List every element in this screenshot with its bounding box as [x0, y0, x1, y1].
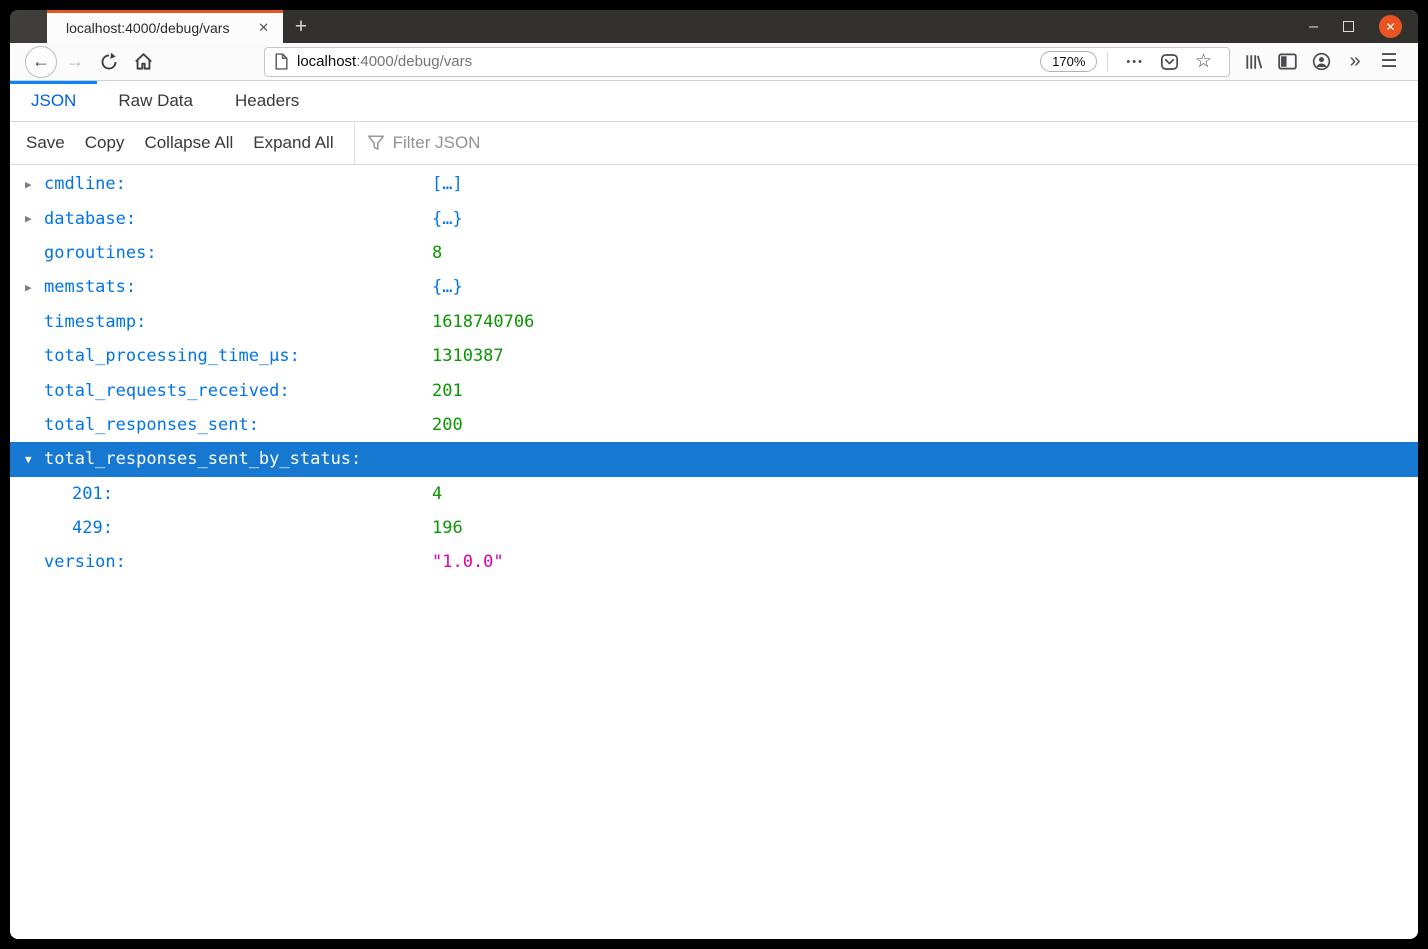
json-rows: ▶ cmdline: […] ▶ database: {…} goroutines: 8 ▶ me… [10, 165, 1418, 939]
tab-title: localhost:4000/debug/vars [66, 20, 230, 36]
url-text: localhost:4000/debug/vars [297, 53, 472, 70]
new-tab-button[interactable]: + [283, 10, 319, 43]
home-button[interactable] [126, 45, 160, 79]
maximize-button[interactable] [1343, 21, 1354, 32]
json-key: memstats: [44, 277, 137, 298]
reload-icon [101, 52, 117, 69]
tab-raw-data[interactable]: Raw Data [97, 81, 214, 121]
tab-json[interactable]: JSON [10, 81, 98, 121]
json-row[interactable]: goroutines: 8 [10, 236, 1418, 270]
json-row[interactable]: 429: 196 [10, 511, 1418, 545]
browser-tab[interactable]: localhost:4000/debug/vars ✕ [47, 10, 283, 43]
json-row[interactable]: ▶ memstats: {…} [10, 270, 1418, 304]
json-key: total_responses_sent_by_status: [44, 449, 362, 470]
pocket-icon[interactable] [1152, 53, 1187, 71]
json-value: 196 [432, 518, 463, 539]
json-value: 200 [432, 414, 463, 435]
page-icon [275, 53, 288, 70]
json-row[interactable]: total_responses_sent: 200 [10, 408, 1418, 442]
filter-json-input[interactable] [392, 133, 653, 153]
account-icon[interactable] [1306, 47, 1336, 77]
json-row[interactable]: 201: 4 [10, 477, 1418, 511]
close-button[interactable]: ✕ [1379, 15, 1402, 38]
home-icon [134, 53, 152, 70]
zoom-level-indicator[interactable]: 170% [1040, 51, 1098, 72]
titlebar: localhost:4000/debug/vars ✕ + – ✕ [10, 10, 1418, 43]
json-value: 8 [432, 242, 443, 263]
json-viewer-tabbar: JSON Raw Data Headers [10, 81, 1418, 122]
copy-button[interactable]: Copy [85, 133, 125, 153]
json-viewer-toolbar: Save Copy Collapse All Expand All [10, 122, 1418, 165]
toolbar-separator [353, 122, 355, 164]
json-value: {…} [432, 208, 463, 229]
url-bar[interactable]: localhost:4000/debug/vars 170% ••• ☆ [264, 46, 1230, 77]
json-value: 1310387 [432, 346, 504, 367]
sidebar-icon[interactable] [1272, 47, 1302, 77]
json-key: timestamp: [44, 311, 147, 332]
reload-button[interactable] [92, 45, 126, 79]
json-row[interactable]: ▼ total_responses_sent_by_status: [10, 442, 1418, 477]
expand-all-button[interactable]: Expand All [253, 133, 333, 153]
json-value: 4 [432, 483, 443, 504]
json-value: […] [432, 174, 463, 195]
json-key: database: [44, 208, 137, 229]
active-tab-accent [47, 10, 283, 13]
titlebar-spacer [10, 10, 47, 43]
navigation-toolbar: ← → localhost:4000/debug/vars 170% ••• ☆… [10, 43, 1418, 81]
bookmark-star-icon[interactable]: ☆ [1187, 50, 1220, 73]
browser-window: localhost:4000/debug/vars ✕ + – ✕ ← → lo… [10, 10, 1418, 939]
json-key: 429: [72, 518, 113, 539]
forward-icon: → [66, 51, 84, 71]
tab-headers[interactable]: Headers [214, 81, 320, 121]
back-button[interactable]: ← [24, 45, 58, 79]
expand-arrow-icon[interactable]: ▶ [25, 178, 39, 191]
url-host: localhost [297, 53, 357, 70]
json-key: total_requests_received: [44, 380, 290, 401]
minimize-button[interactable]: – [1309, 18, 1318, 34]
json-value: {…} [432, 277, 463, 298]
url-path: :4000/debug/vars [356, 53, 473, 70]
collapse-all-button[interactable]: Collapse All [144, 133, 233, 153]
json-row[interactable]: timestamp: 1618740706 [10, 305, 1418, 339]
json-key: total_processing_time_μs: [44, 346, 300, 367]
json-row[interactable]: version: "1.0.0" [10, 545, 1418, 579]
json-key: 201: [72, 483, 113, 504]
collapse-arrow-icon[interactable]: ▼ [25, 453, 39, 466]
forward-button[interactable]: → [58, 45, 92, 79]
expand-arrow-icon[interactable]: ▶ [25, 281, 39, 294]
json-row[interactable]: total_processing_time_μs: 1310387 [10, 339, 1418, 373]
page-actions-icon[interactable]: ••• [1118, 56, 1152, 68]
urlbar-separator [1107, 51, 1109, 72]
json-row[interactable]: ▶ database: {…} [10, 201, 1418, 235]
json-key: version: [44, 552, 126, 573]
json-key: total_responses_sent: [44, 414, 259, 435]
json-row[interactable]: ▶ cmdline: […] [10, 167, 1418, 201]
json-value: "1.0.0" [432, 552, 504, 573]
back-icon: ← [25, 45, 57, 78]
filter-funnel-icon [367, 134, 385, 152]
overflow-menu-icon[interactable]: » [1340, 47, 1370, 77]
toolbar-icons: » ☰ [1238, 47, 1404, 77]
expand-arrow-icon[interactable]: ▶ [25, 212, 39, 225]
library-icon[interactable] [1238, 47, 1268, 77]
window-controls: – ✕ [1309, 10, 1418, 43]
json-value: 1618740706 [432, 311, 535, 332]
json-row[interactable]: total_requests_received: 201 [10, 373, 1418, 407]
tab-close-icon[interactable]: ✕ [256, 20, 271, 36]
menu-hamburger-icon[interactable]: ☰ [1374, 47, 1404, 77]
json-value: 201 [432, 380, 463, 401]
json-key: goroutines: [44, 242, 157, 263]
save-button[interactable]: Save [26, 133, 65, 153]
json-key: cmdline: [44, 174, 126, 195]
